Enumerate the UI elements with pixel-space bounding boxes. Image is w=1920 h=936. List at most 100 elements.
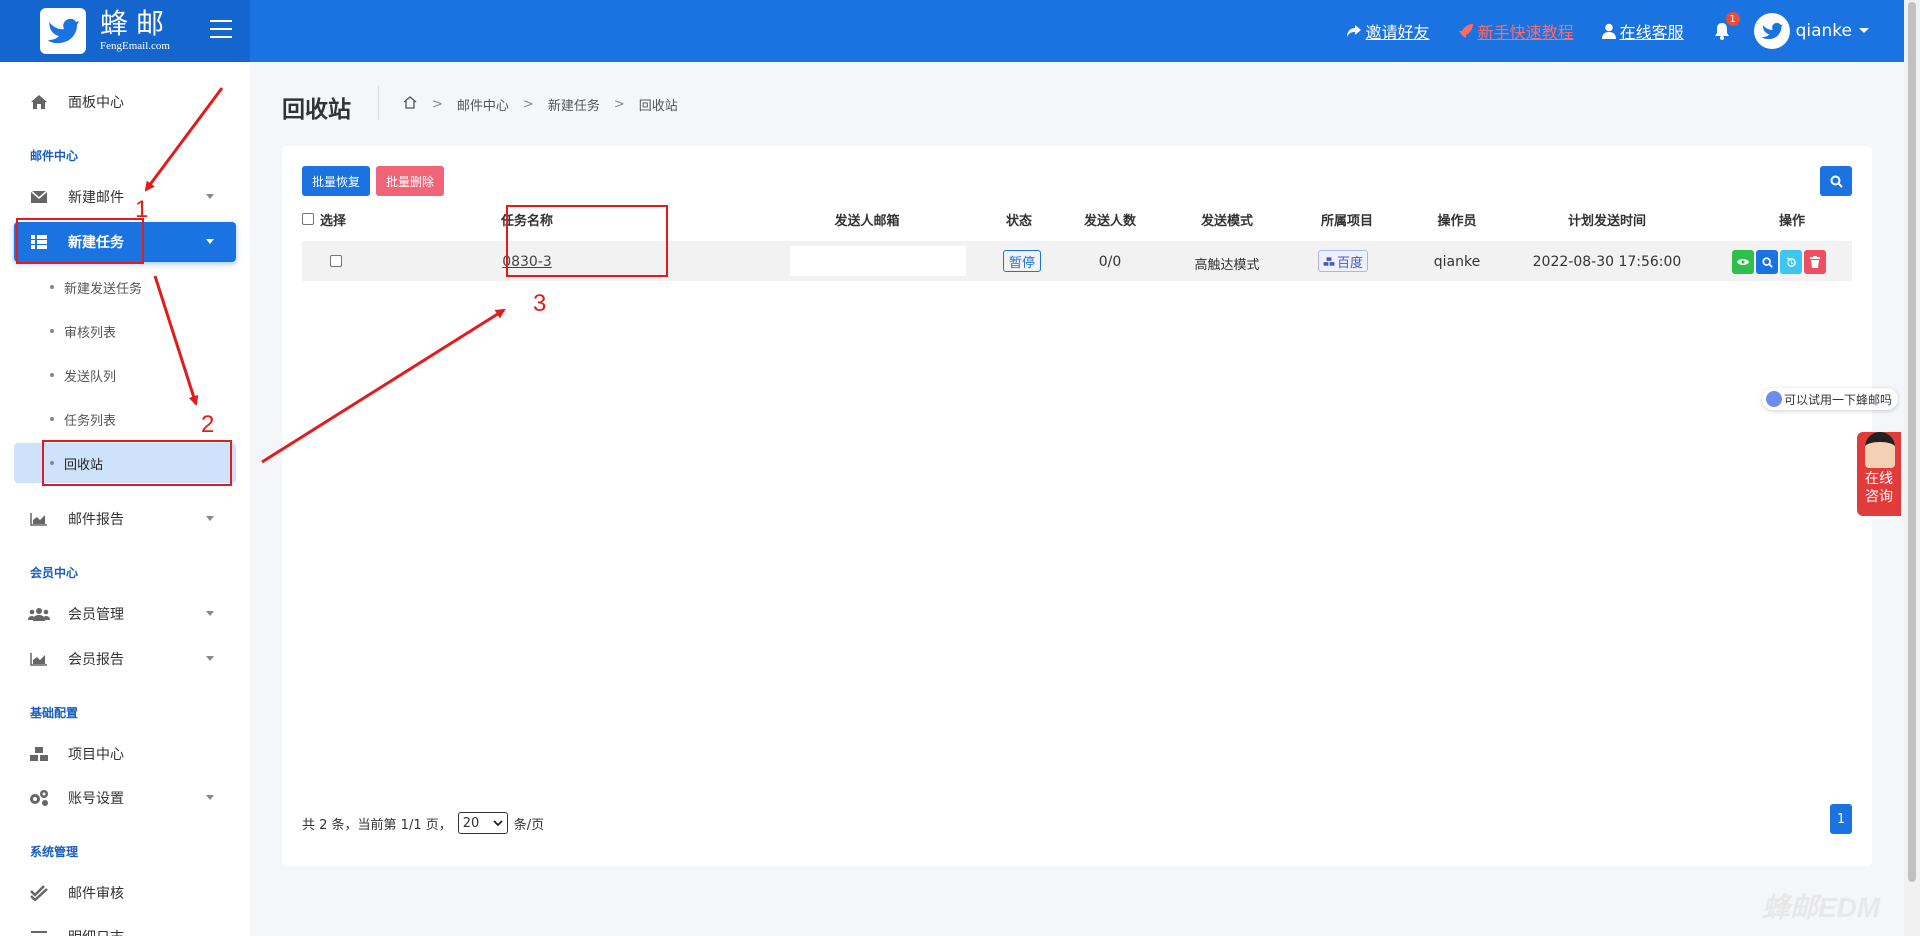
tutorial-label: 新手快速教程 bbox=[1477, 23, 1574, 42]
sidebar-item-mail-review[interactable]: 邮件审核 bbox=[14, 873, 236, 913]
service-link[interactable]: 在线客服 bbox=[1601, 19, 1684, 43]
caret-down-icon bbox=[206, 795, 214, 800]
sidebar-item-detail-log[interactable]: 明细日志 bbox=[14, 917, 236, 936]
breadcrumb-mail-center[interactable]: 邮件中心 bbox=[457, 95, 509, 114]
sidebar-sub-queue[interactable]: 发送队列 bbox=[14, 355, 236, 395]
detail-button[interactable] bbox=[1756, 250, 1778, 274]
search-button[interactable] bbox=[1820, 166, 1852, 196]
online-consult-button[interactable]: 在线 咨询 bbox=[1857, 432, 1901, 516]
caret-down-icon bbox=[206, 611, 214, 616]
pagination-suffix: 条/页 bbox=[513, 817, 545, 833]
title-divider bbox=[378, 86, 379, 120]
envelope-icon bbox=[28, 188, 50, 206]
sidebar-label: 明细日志 bbox=[68, 927, 124, 936]
annotation-number-2: 2 bbox=[201, 411, 215, 438]
double-check-icon bbox=[28, 884, 50, 902]
sidebar-item-dashboard[interactable]: 面板中心 bbox=[14, 82, 236, 122]
sidebar-item-member-report[interactable]: 会员报告 bbox=[14, 639, 236, 679]
row-checkbox[interactable] bbox=[330, 255, 342, 267]
users-icon bbox=[28, 605, 50, 623]
header-plan-time: 计划发送时间 bbox=[1567, 214, 1646, 229]
restore-button[interactable] bbox=[1780, 250, 1802, 274]
trash-button[interactable] bbox=[1804, 250, 1826, 274]
sidebar-item-project-center[interactable]: 项目中心 bbox=[14, 734, 236, 774]
list-icon bbox=[28, 928, 50, 936]
boxes-icon bbox=[28, 745, 50, 763]
tutorial-link[interactable]: 新手快速教程 bbox=[1458, 19, 1574, 43]
caret-down-icon bbox=[206, 194, 214, 199]
logo-bird-icon bbox=[40, 8, 86, 54]
scrollbar-thumb[interactable] bbox=[1908, 2, 1916, 882]
view-button[interactable] bbox=[1732, 250, 1754, 274]
boxes-icon bbox=[1323, 256, 1335, 266]
avatar bbox=[1753, 13, 1790, 49]
sidebar-label: 会员报告 bbox=[68, 652, 124, 668]
sidebar-item-mail-report[interactable]: 邮件报告 bbox=[14, 499, 236, 539]
area-chart-icon bbox=[28, 510, 50, 528]
sidebar-label: 账号设置 bbox=[68, 791, 124, 807]
trash-icon bbox=[1810, 256, 1820, 268]
breadcrumb-separator: > bbox=[613, 97, 625, 112]
breadcrumb-separator: > bbox=[522, 97, 534, 112]
status-badge: 暂停 bbox=[1003, 250, 1042, 272]
annotation-number-1: 1 bbox=[135, 196, 149, 223]
page-title: 回收站 bbox=[282, 97, 351, 123]
header-status: 状态 bbox=[1005, 214, 1032, 229]
bell-icon bbox=[1714, 23, 1729, 40]
section-system: 系统管理 bbox=[30, 845, 79, 859]
home-icon[interactable] bbox=[402, 95, 418, 114]
area-chart-icon bbox=[28, 650, 50, 668]
sidebar-sub-label: 任务列表 bbox=[64, 413, 117, 429]
sidebar-item-member-manage[interactable]: 会员管理 bbox=[14, 594, 236, 634]
sidebar-sub-review[interactable]: 审核列表 bbox=[14, 311, 236, 351]
chevron-down-icon bbox=[1859, 28, 1869, 33]
section-mail: 邮件中心 bbox=[30, 149, 79, 163]
watermark: 蜂邮EDM bbox=[1762, 892, 1881, 923]
breadcrumb-separator: > bbox=[432, 97, 443, 112]
menu-toggle-icon[interactable] bbox=[210, 20, 232, 38]
sidebar-label: 新建邮件 bbox=[68, 190, 124, 206]
breadcrumb: > 邮件中心 > 新建任务 > 回收站 bbox=[402, 95, 678, 114]
notification-count: 1 bbox=[1725, 12, 1740, 26]
sidebar-label: 会员管理 bbox=[68, 607, 124, 623]
history-icon bbox=[1786, 256, 1796, 267]
home-icon bbox=[28, 93, 50, 111]
page-size-select[interactable]: 20 bbox=[457, 812, 508, 834]
section-member: 会员中心 bbox=[30, 566, 79, 580]
batch-restore-button[interactable]: 批量恢复 bbox=[302, 166, 371, 196]
sidebar-label: 邮件审核 bbox=[68, 886, 124, 902]
annotation-box-task-name bbox=[506, 205, 668, 277]
sidebar-sub-new-send[interactable]: 新建发送任务 bbox=[14, 267, 236, 307]
consult-line1: 在线 bbox=[1865, 471, 1893, 487]
batch-delete-button[interactable]: 批量删除 bbox=[376, 166, 445, 196]
top-header: 蜂邮 FengEmail.com 邀请好友 新手快速教程 在线客服 1 qian… bbox=[0, 0, 1904, 62]
header-operator: 操作员 bbox=[1437, 214, 1477, 229]
user-icon bbox=[1601, 23, 1616, 39]
pagination-info: 共 2 条，当前第 1/1 页， 20 条/页 bbox=[302, 812, 544, 834]
invite-link[interactable]: 邀请好友 bbox=[1346, 19, 1430, 43]
notification-bell[interactable]: 1 bbox=[1714, 12, 1740, 40]
page-button-1[interactable]: 1 bbox=[1830, 804, 1852, 834]
header-mode: 发送模式 bbox=[1200, 214, 1253, 229]
sidebar-sub-label: 新建发送任务 bbox=[64, 281, 143, 297]
mode-cell: 高触达模式 bbox=[1194, 258, 1260, 273]
service-label: 在线客服 bbox=[1619, 23, 1684, 42]
page-scrollbar[interactable] bbox=[1904, 0, 1920, 936]
sidebar-label: 邮件报告 bbox=[68, 512, 124, 528]
sidebar-label: 面板中心 bbox=[68, 95, 124, 111]
annotation-box-recycle bbox=[42, 440, 232, 486]
search-icon bbox=[1830, 175, 1843, 188]
invite-label: 邀请好友 bbox=[1365, 23, 1430, 42]
user-menu[interactable]: qianke bbox=[1753, 13, 1870, 49]
agent-avatar-icon bbox=[1865, 432, 1895, 468]
pagination-text: 共 2 条，当前第 1/1 页， bbox=[302, 817, 452, 833]
caret-down-icon bbox=[206, 239, 214, 244]
chevron-down-icon bbox=[493, 819, 503, 826]
sidebar-item-account-settings[interactable]: 账号设置 bbox=[14, 778, 236, 818]
main-content: 回收站 > 邮件中心 > 新建任务 > 回收站 批量恢复 批量删除 选择 任务名… bbox=[250, 62, 1904, 936]
breadcrumb-new-task[interactable]: 新建任务 bbox=[548, 95, 600, 114]
select-all-checkbox[interactable] bbox=[302, 213, 314, 225]
logo-area[interactable]: 蜂邮 FengEmail.com bbox=[0, 0, 250, 62]
sidebar-item-new-mail[interactable]: 新建邮件 bbox=[14, 177, 236, 217]
chat-prompt-bubble[interactable]: 可以试用一下蜂邮吗 bbox=[1762, 388, 1899, 410]
